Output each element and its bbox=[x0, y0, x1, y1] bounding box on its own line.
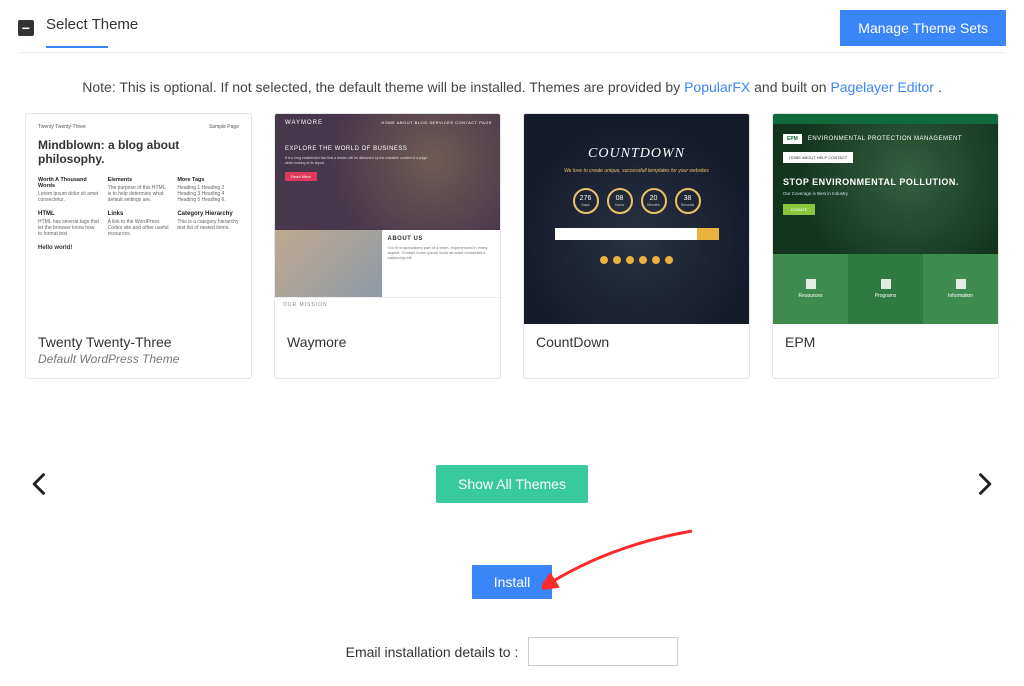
cd-val: 276 bbox=[580, 195, 592, 202]
thumb-col: HTML bbox=[38, 211, 100, 217]
panel-title: Select Theme bbox=[46, 16, 138, 41]
note-mid: and built on bbox=[754, 79, 830, 95]
thumb-hello: Hello world! bbox=[38, 245, 239, 251]
email-field[interactable] bbox=[528, 637, 678, 666]
thumb-headline: STOP ENVIRONMENTAL POLLUTION. bbox=[783, 177, 988, 187]
cd-val: 20 bbox=[650, 195, 658, 202]
theme-card-footer: EPM bbox=[773, 324, 998, 362]
thumb-hero-button: Read More bbox=[285, 172, 317, 181]
thumb-headline: Mindblown: a blog about philosophy. bbox=[38, 138, 239, 167]
thumb-title: ENVIRONMENTAL PROTECTION MANAGEMENT bbox=[808, 136, 962, 142]
thumb-nav: Sample Page bbox=[209, 124, 239, 130]
thumb-nav: HOME ABOUT BLOG SERVICES CONTACT PAGE bbox=[381, 120, 492, 125]
show-all-themes-button[interactable]: Show All Themes bbox=[436, 465, 588, 503]
select-theme-panel: − Select Theme Manage Theme Sets Note: T… bbox=[0, 0, 1024, 686]
theme-card-twenty-twenty-three[interactable]: Twenty Twenty-Three Sample Page Mindblown… bbox=[25, 113, 252, 379]
theme-subtitle: Default WordPress Theme bbox=[38, 352, 239, 366]
cd-label: Hours bbox=[615, 203, 624, 207]
thumb-brand: Twenty Twenty-Three bbox=[38, 124, 86, 130]
theme-name: CountDown bbox=[536, 334, 737, 350]
carousel-nav: Show All Themes bbox=[18, 465, 1006, 503]
thumb-col: Elements bbox=[108, 177, 170, 183]
theme-name: EPM bbox=[785, 334, 986, 350]
thumb-social-dots bbox=[600, 256, 673, 264]
install-row: Install bbox=[18, 565, 1006, 599]
cd-label: Seconds bbox=[681, 203, 695, 207]
cd-val: 38 bbox=[684, 195, 692, 202]
note-prefix: Note: This is optional. If not selected,… bbox=[82, 79, 684, 95]
cd-label: Days bbox=[582, 203, 590, 207]
themes-row: Twenty Twenty-Three Sample Page Mindblown… bbox=[18, 113, 1006, 379]
theme-name: Waymore bbox=[287, 334, 488, 350]
thumb-hero-text: EXPLORE THE WORLD OF BUSINESS bbox=[285, 146, 490, 152]
email-row: Email installation details to : bbox=[18, 637, 1006, 666]
note-text: Note: This is optional. If not selected,… bbox=[18, 79, 1006, 95]
theme-card-epm[interactable]: EPM ENVIRONMENTAL PROTECTION MANAGEMENT … bbox=[772, 113, 999, 379]
thumb-tag: EPM bbox=[783, 134, 802, 144]
thumb-col: More Tags bbox=[177, 177, 239, 183]
theme-card-footer: CountDown bbox=[524, 324, 749, 362]
theme-card-countdown[interactable]: COUNTDOWN We love to create unique, succ… bbox=[523, 113, 750, 379]
thumb-email-bar bbox=[555, 228, 719, 240]
chevron-right-icon[interactable] bbox=[970, 470, 998, 498]
tile-label: Information bbox=[948, 293, 973, 299]
note-suffix: . bbox=[938, 79, 942, 95]
thumb-tagline: We love to create unique, successfull te… bbox=[564, 168, 709, 174]
thumb-brand: WAYMORE bbox=[285, 120, 323, 126]
thumb-about-img bbox=[275, 230, 382, 297]
tile-label: Resources bbox=[799, 293, 823, 299]
thumb-col: Worth A Thousand Words bbox=[38, 177, 100, 189]
thumb-logo: COUNTDOWN bbox=[588, 146, 685, 162]
pagelayer-link[interactable]: Pagelayer Editor bbox=[830, 79, 934, 95]
email-label: Email installation details to : bbox=[346, 644, 519, 660]
tile-label: Programs bbox=[875, 293, 897, 299]
thumb-about-title: ABOUT US bbox=[388, 236, 495, 242]
thumb-mission: OUR MISSION bbox=[275, 297, 500, 312]
cd-val: 08 bbox=[616, 195, 624, 202]
theme-thumbnail: WAYMORE HOME ABOUT BLOG SERVICES CONTACT… bbox=[275, 114, 500, 324]
panel-header: − Select Theme Manage Theme Sets bbox=[18, 10, 1006, 53]
thumb-countdown: 276Days 08Hours 20Minutes 38Seconds bbox=[573, 188, 701, 214]
theme-card-waymore[interactable]: WAYMORE HOME ABOUT BLOG SERVICES CONTACT… bbox=[274, 113, 501, 379]
manage-theme-sets-button[interactable]: Manage Theme Sets bbox=[840, 10, 1006, 46]
theme-thumbnail: EPM ENVIRONMENTAL PROTECTION MANAGEMENT … bbox=[773, 114, 998, 324]
panel-title-wrap: − Select Theme bbox=[18, 16, 138, 41]
clipboard-icon bbox=[881, 279, 891, 289]
collapse-icon[interactable]: − bbox=[18, 20, 34, 36]
thumb-col: Category Hierarchy bbox=[177, 211, 239, 217]
thumb-hero-sub: It is a long established fact that a rea… bbox=[285, 156, 429, 166]
edit-icon bbox=[956, 279, 966, 289]
thumb-btn: DONATE bbox=[783, 204, 815, 215]
thumb-sub: Our Coverage is Best in Industry bbox=[783, 191, 988, 196]
thumb-col: Links bbox=[108, 211, 170, 217]
theme-card-footer: Waymore bbox=[275, 324, 500, 362]
leaf-icon bbox=[806, 279, 816, 289]
theme-name: Twenty Twenty-Three bbox=[38, 334, 239, 350]
thumb-menu: HOME ABOUT HELP CONTACT bbox=[783, 152, 853, 163]
theme-thumbnail: COUNTDOWN We love to create unique, succ… bbox=[524, 114, 749, 324]
popularfx-link[interactable]: PopularFX bbox=[684, 79, 750, 95]
install-button[interactable]: Install bbox=[472, 565, 553, 599]
annotation-arrow-icon bbox=[542, 527, 702, 607]
theme-thumbnail: Twenty Twenty-Three Sample Page Mindblown… bbox=[26, 114, 251, 324]
theme-card-footer: Twenty Twenty-Three Default WordPress Th… bbox=[26, 324, 251, 378]
chevron-left-icon[interactable] bbox=[26, 470, 54, 498]
cd-label: Minutes bbox=[647, 203, 659, 207]
